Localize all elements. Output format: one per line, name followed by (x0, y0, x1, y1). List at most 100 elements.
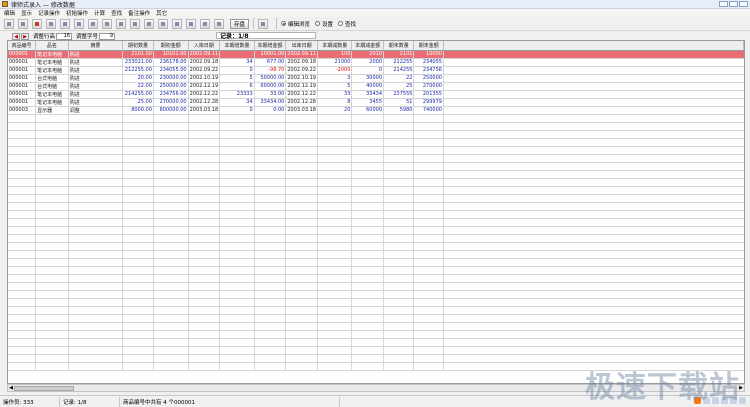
table-cell[interactable] (153, 226, 189, 235)
table-cell[interactable]: 270000.00 (153, 98, 189, 107)
table-cell[interactable]: 60000.00 (254, 82, 287, 91)
table-cell[interactable] (153, 234, 189, 243)
table-row[interactable] (8, 178, 744, 187)
table-cell[interactable] (254, 210, 287, 219)
menu-item[interactable]: 其它 (156, 9, 167, 17)
table-cell[interactable] (8, 186, 37, 195)
table-cell[interactable] (219, 162, 255, 171)
table-row[interactable] (8, 330, 744, 339)
table-cell[interactable] (254, 330, 287, 339)
table-cell[interactable] (153, 194, 189, 203)
column-header[interactable]: 本期减数量 (317, 41, 353, 51)
table-cell[interactable] (8, 322, 37, 331)
table-cell[interactable] (8, 162, 37, 171)
table-cell[interactable] (153, 282, 189, 291)
table-cell[interactable] (68, 298, 123, 307)
table-cell[interactable] (188, 322, 221, 331)
font-size-spinner[interactable]: 9 (99, 32, 116, 40)
table-cell[interactable] (254, 146, 287, 155)
move-down-icon[interactable] (158, 18, 168, 29)
first-icon[interactable] (74, 18, 84, 29)
table-cell[interactable] (35, 338, 69, 347)
table-cell[interactable]: 000001 (8, 50, 37, 59)
table-cell[interactable] (219, 146, 255, 155)
table-cell[interactable] (413, 306, 444, 315)
table-cell[interactable]: 购进 (68, 66, 123, 75)
table-cell[interactable]: -98.70 (254, 66, 287, 75)
table-cell[interactable] (188, 138, 221, 147)
table-cell[interactable] (285, 362, 318, 371)
table-row[interactable] (8, 258, 744, 267)
table-cell[interactable] (188, 338, 221, 347)
table-cell[interactable] (68, 258, 123, 267)
table-cell[interactable] (285, 226, 318, 235)
table-cell[interactable] (351, 218, 385, 227)
table-cell[interactable] (317, 330, 353, 339)
table-cell[interactable] (285, 130, 318, 139)
table-cell[interactable]: 2101 (383, 50, 415, 59)
table-cell[interactable] (219, 178, 255, 187)
table-cell[interactable] (219, 258, 255, 267)
table-cell[interactable] (351, 346, 385, 355)
table-cell[interactable] (35, 322, 69, 331)
table-cell[interactable]: 20 (317, 106, 353, 115)
table-cell[interactable] (285, 338, 318, 347)
tray-icon[interactable] (739, 397, 746, 404)
table-row[interactable] (8, 154, 744, 163)
table-cell[interactable] (219, 194, 255, 203)
prev-icon[interactable] (88, 18, 98, 29)
column-header[interactable]: 摘要 (68, 41, 123, 51)
table-cell[interactable] (285, 114, 318, 123)
first-record-button[interactable]: ◀ (12, 32, 20, 40)
table-cell[interactable]: 笔记本电脑 (35, 66, 69, 75)
table-cell[interactable] (285, 346, 318, 355)
table-cell[interactable] (254, 322, 287, 331)
table-cell[interactable] (35, 362, 69, 371)
table-cell[interactable] (35, 258, 69, 267)
table-cell[interactable] (413, 162, 444, 171)
table-cell[interactable] (383, 306, 415, 315)
table-cell[interactable] (153, 114, 189, 123)
table-cell[interactable] (153, 202, 189, 211)
table-row[interactable] (8, 218, 744, 227)
table-cell[interactable] (122, 138, 154, 147)
table-cell[interactable] (153, 154, 189, 163)
table-cell[interactable] (219, 138, 255, 147)
table-row[interactable] (8, 194, 744, 203)
cut-icon[interactable] (46, 18, 56, 29)
delete-icon[interactable] (32, 18, 42, 29)
table-cell[interactable] (68, 122, 123, 131)
table-cell[interactable] (351, 226, 385, 235)
table-cell[interactable]: 234756.00 (153, 90, 189, 99)
table-cell[interactable]: 2010 (351, 50, 385, 59)
table-cell[interactable] (188, 266, 221, 275)
table-cell[interactable] (383, 250, 415, 259)
table-cell[interactable] (153, 146, 189, 155)
table-row[interactable] (8, 298, 744, 307)
table-cell[interactable] (68, 234, 123, 243)
table-cell[interactable] (35, 330, 69, 339)
table-cell[interactable] (254, 138, 287, 147)
table-cell[interactable] (351, 298, 385, 307)
table-cell[interactable] (383, 170, 415, 179)
table-cell[interactable] (35, 314, 69, 323)
table-cell[interactable]: 3 (317, 74, 353, 83)
menu-item[interactable]: 计算 (94, 9, 105, 17)
table-cell[interactable] (317, 338, 353, 347)
table-cell[interactable] (188, 122, 221, 131)
table-cell[interactable] (153, 258, 189, 267)
table-cell[interactable] (122, 194, 154, 203)
menu-item[interactable]: 显示 (21, 9, 32, 17)
table-cell[interactable]: 购进 (68, 74, 123, 83)
table-cell[interactable] (8, 138, 37, 147)
table-cell[interactable] (351, 314, 385, 323)
table-cell[interactable] (413, 346, 444, 355)
table-cell[interactable]: 21000 (317, 58, 353, 67)
table-cell[interactable] (317, 226, 353, 235)
table-cell[interactable] (285, 250, 318, 259)
table-cell[interactable] (254, 122, 287, 131)
table-cell[interactable]: 笔记本电脑 (35, 90, 69, 99)
table-cell[interactable] (153, 274, 189, 283)
table-cell[interactable]: 250000.00 (153, 82, 189, 91)
table-cell[interactable]: 2003.03.18 (188, 106, 221, 115)
